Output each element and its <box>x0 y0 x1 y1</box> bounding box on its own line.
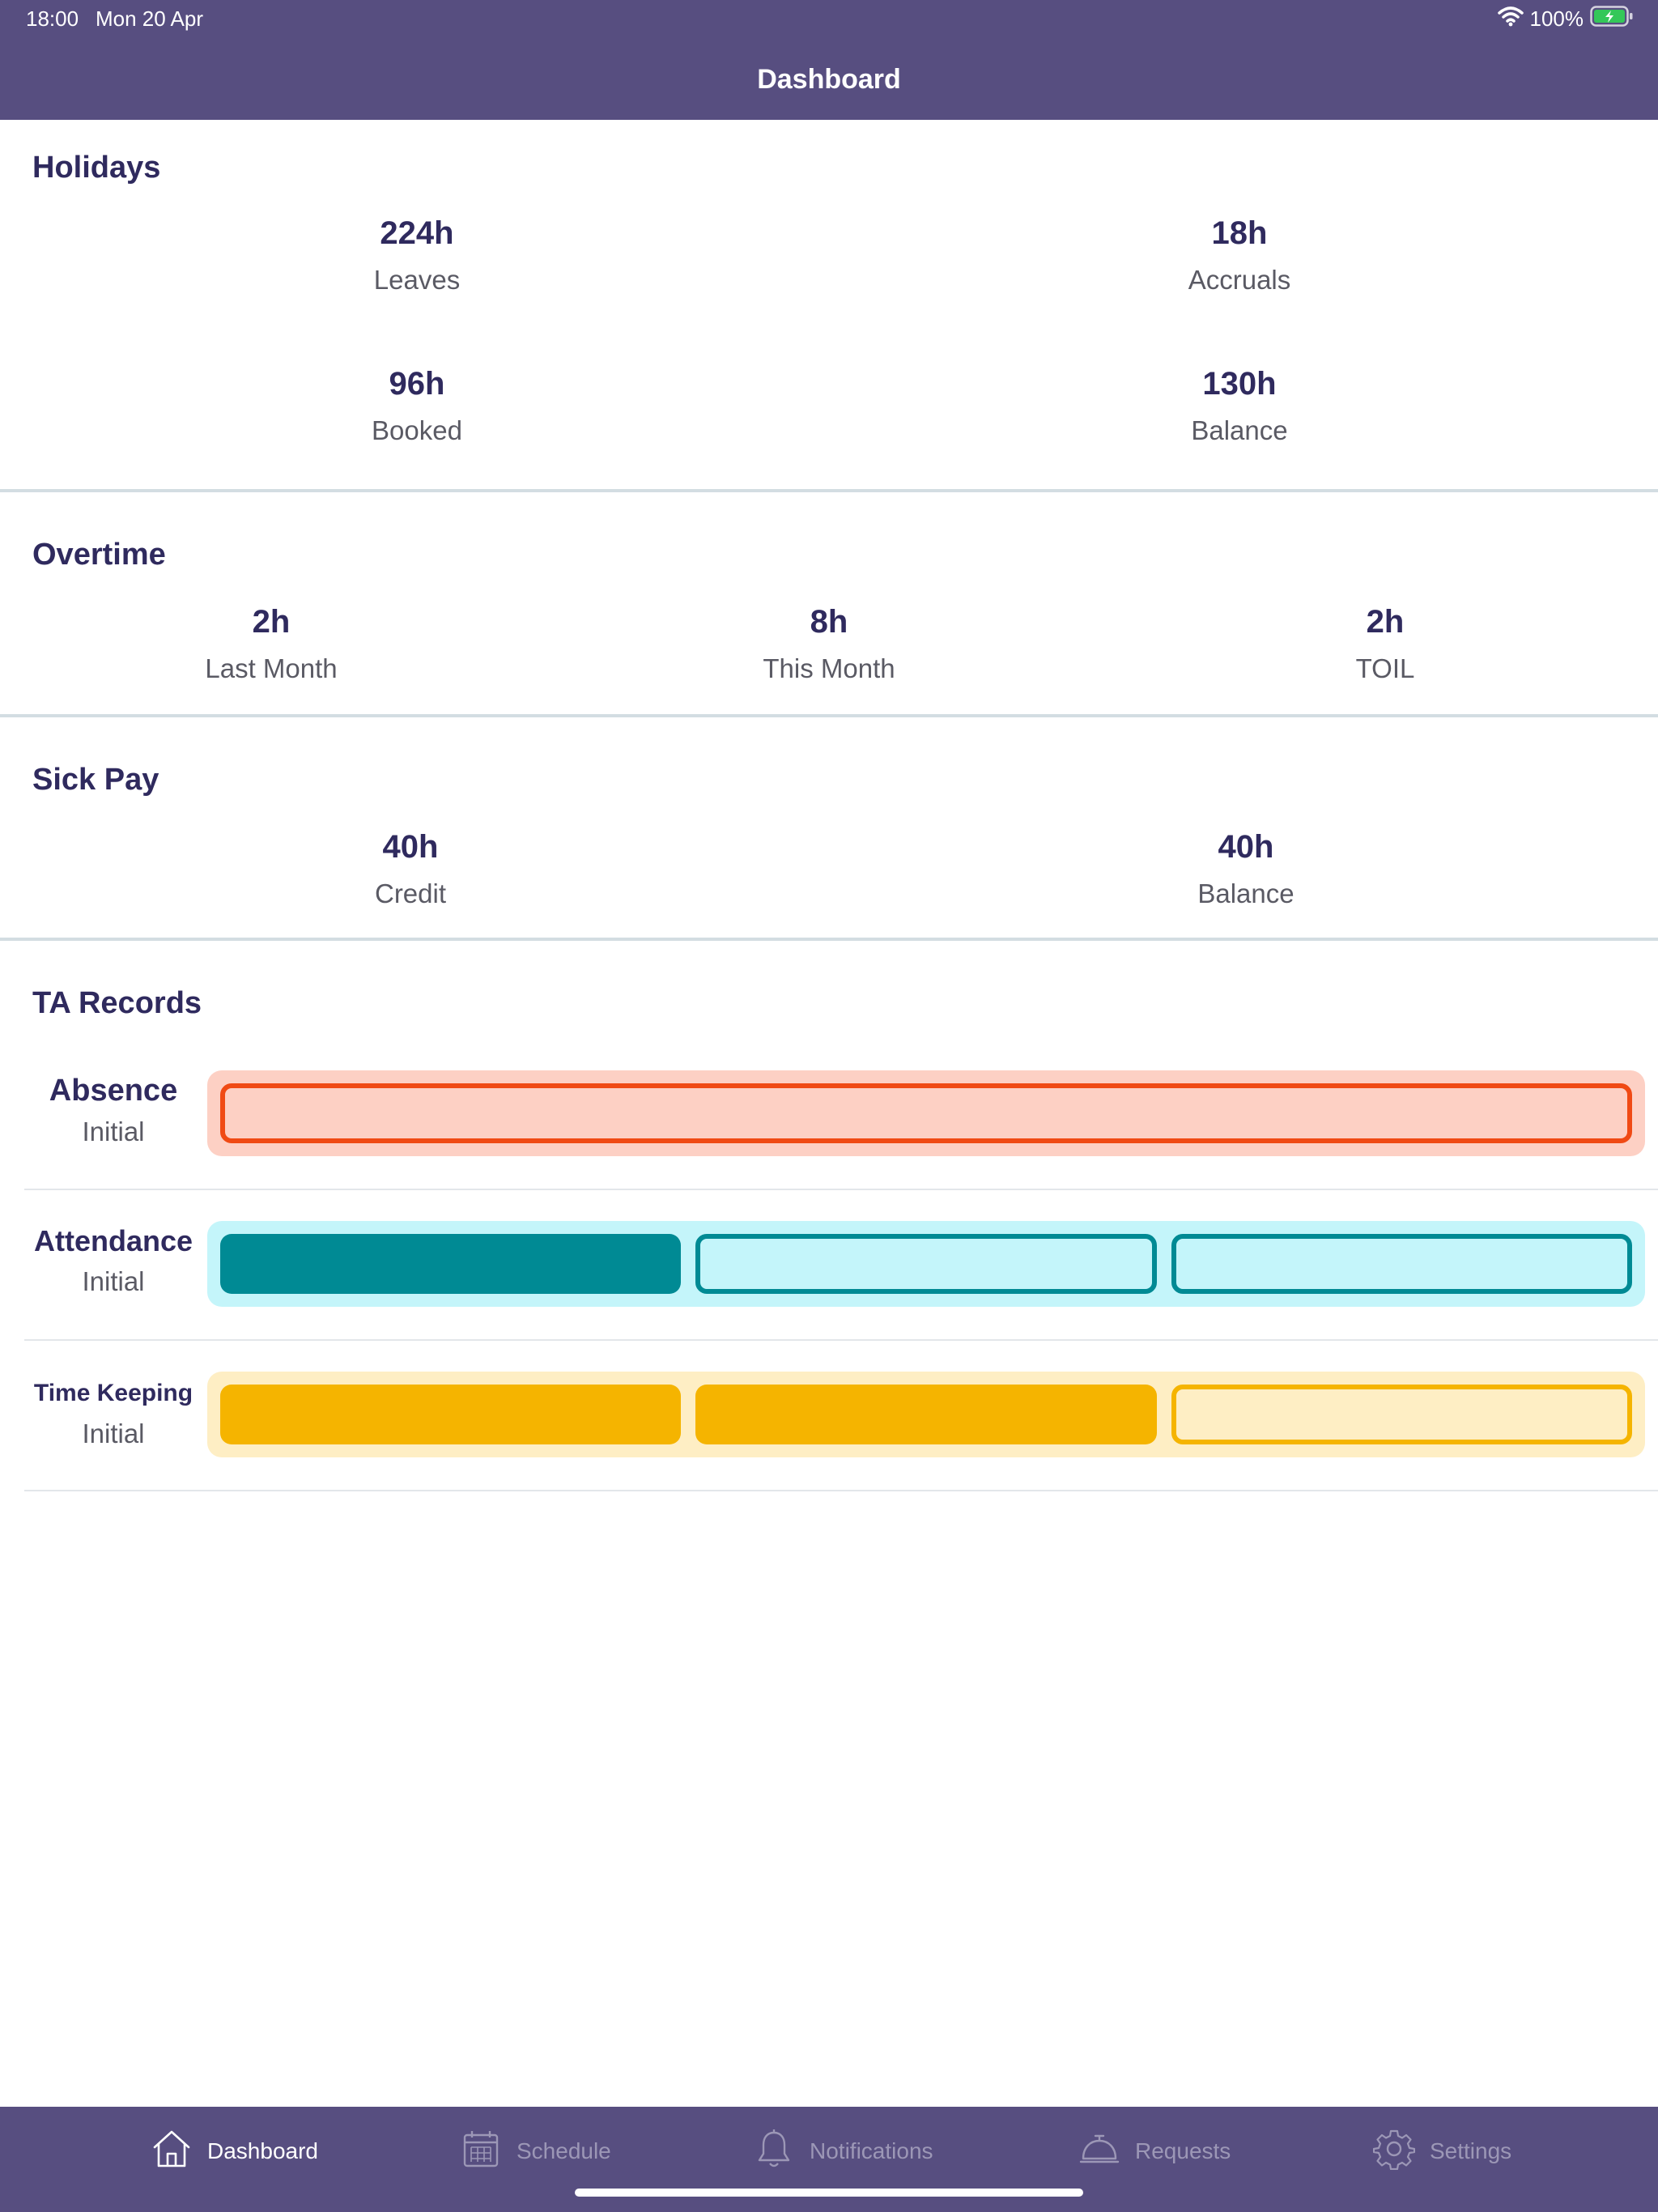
stat-value: 40h <box>1218 829 1274 865</box>
stat-value: 2h <box>1366 604 1405 640</box>
gear-icon <box>1372 2128 1416 2176</box>
overtime-last-month-stat: 2h Last Month <box>109 602 433 687</box>
holidays-leaves-stat: 224h Leaves <box>255 214 579 298</box>
tab-label: Settings <box>1430 2138 1512 2163</box>
tab-requests[interactable]: Requests <box>1078 2126 1231 2176</box>
ta-record-status: Initial <box>82 1117 145 1146</box>
ta-record-row-absence[interactable]: Absence Initial <box>24 1040 1658 1190</box>
ta-record-segment <box>220 1234 682 1294</box>
tab-notifications[interactable]: Notifications <box>753 2126 933 2176</box>
sick-pay-balance-stat: 40h Balance <box>1084 827 1408 912</box>
stat-value: 130h <box>1202 366 1277 402</box>
ta-record-segment <box>220 1083 1632 1143</box>
stat-label: Credit <box>374 878 447 908</box>
page-title: Dashboard <box>757 64 901 95</box>
holidays-balance-stat: 130h Balance <box>1078 364 1401 449</box>
tab-settings[interactable]: Settings <box>1372 2126 1512 2176</box>
stat-label: Balance <box>1191 415 1288 445</box>
section-divider <box>0 489 1658 492</box>
ta-record-name: Absence <box>49 1074 178 1108</box>
stat-label: Last Month <box>205 653 338 683</box>
ta-record-segment <box>1171 1234 1632 1294</box>
ta-record-name: Time Keeping <box>33 1380 193 1406</box>
tab-label: Notifications <box>810 2138 933 2163</box>
home-icon <box>151 2128 193 2176</box>
stat-value: 2h <box>252 604 291 640</box>
ta-record-segment <box>695 1385 1157 1444</box>
sick-pay-title: Sick Pay <box>32 763 159 797</box>
battery-icon <box>1590 5 1634 32</box>
ta-records-title: TA Records <box>32 986 202 1020</box>
battery-percent: 100% <box>1529 6 1584 31</box>
ta-record-progress-track <box>207 1221 1645 1307</box>
ta-record-name: Attendance <box>33 1224 193 1257</box>
ta-record-label: Attendance Initial <box>24 1224 202 1297</box>
stat-value: 96h <box>389 366 445 402</box>
stat-label: This Month <box>763 653 895 683</box>
stat-label: Balance <box>1197 878 1295 908</box>
status-date: Mon 20 Apr <box>96 6 203 31</box>
overtime-title: Overtime <box>32 538 166 572</box>
stat-label: Accruals <box>1188 265 1291 295</box>
sick-pay-credit-stat: 40h Credit <box>249 827 572 912</box>
ta-record-row-time-keeping[interactable]: Time Keeping Initial <box>24 1341 1658 1491</box>
tab-label: Requests <box>1135 2138 1231 2163</box>
ta-record-row-attendance[interactable]: Attendance Initial <box>24 1190 1658 1341</box>
tab-label: Schedule <box>517 2138 611 2163</box>
stat-label: Booked <box>372 415 462 445</box>
stat-label: Leaves <box>373 265 461 295</box>
top-bar: 18:00 Mon 20 Apr 100% Dashboard <box>0 0 1658 120</box>
overtime-this-month-stat: 8h This Month <box>667 602 991 687</box>
ta-record-segment <box>695 1234 1157 1294</box>
ta-record-progress-track <box>207 1070 1645 1156</box>
holidays-title: Holidays <box>32 151 161 185</box>
ta-record-label: Time Keeping Initial <box>24 1380 202 1449</box>
stat-value: 224h <box>380 215 454 251</box>
stat-label: TOIL <box>1355 653 1415 683</box>
holidays-accruals-stat: 18h Accruals <box>1078 214 1401 298</box>
holidays-booked-stat: 96h Booked <box>255 364 579 449</box>
calendar-icon <box>460 2128 502 2176</box>
ta-record-segment <box>1171 1385 1632 1444</box>
status-time: 18:00 <box>26 6 79 31</box>
ta-record-status: Initial <box>82 1266 145 1296</box>
wifi-icon <box>1497 6 1524 32</box>
service-bell-icon <box>1078 2128 1120 2176</box>
stat-value: 18h <box>1211 215 1268 251</box>
ta-record-label: Absence Initial <box>24 1074 202 1147</box>
ta-record-segment <box>220 1385 682 1444</box>
section-divider <box>0 938 1658 941</box>
home-indicator <box>575 2189 1083 2197</box>
status-indicators: 100% <box>1497 5 1635 32</box>
tab-dashboard[interactable]: Dashboard <box>151 2126 318 2176</box>
section-divider <box>0 714 1658 717</box>
stat-value: 8h <box>810 604 848 640</box>
ta-record-progress-track <box>207 1372 1645 1457</box>
bell-icon <box>753 2128 795 2176</box>
tab-label: Dashboard <box>207 2138 318 2163</box>
stat-value: 40h <box>382 829 439 865</box>
tab-schedule[interactable]: Schedule <box>460 2126 611 2176</box>
overtime-toil-stat: 2h TOIL <box>1223 602 1547 687</box>
ta-record-status: Initial <box>82 1419 145 1448</box>
